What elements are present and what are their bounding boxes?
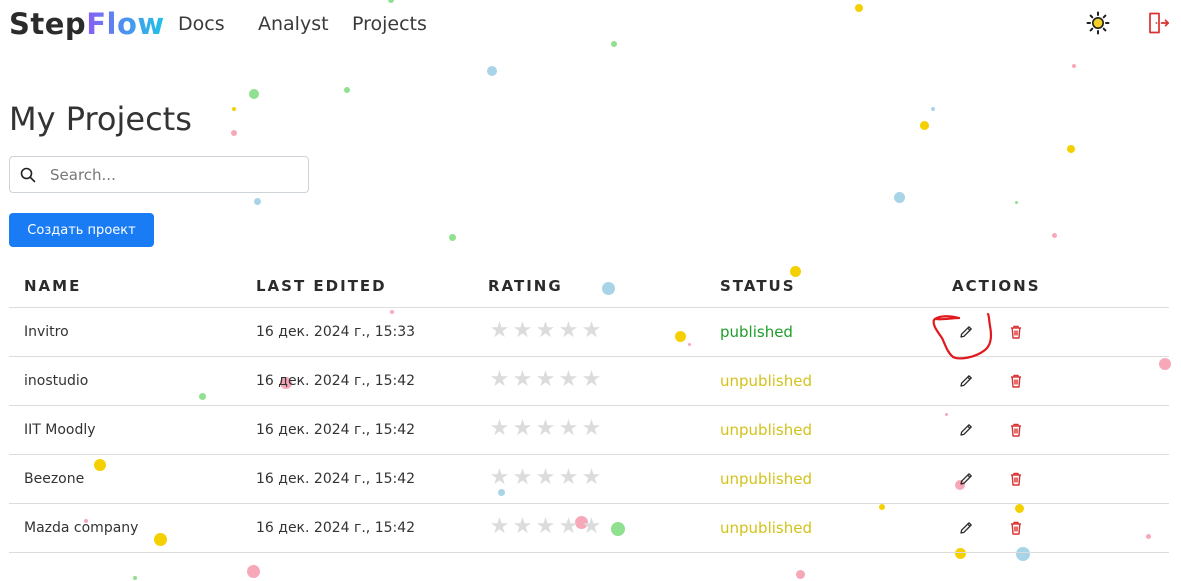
delete-button[interactable] [1006,322,1026,342]
star-icon[interactable]: ★ [511,467,534,489]
row-actions [956,469,1026,489]
star-icon[interactable]: ★ [488,320,511,342]
table-header: NAME LAST EDITED RATING STATUS ACTIONS [9,266,1169,308]
logo-text-step: Step [9,7,87,41]
last-edited: 16 дек. 2024 г., 15:42 [256,422,416,438]
table-row[interactable]: inostudio 16 дек. 2024 г., 15:42 ★ ★ ★ ★ ★ unpu… [9,357,1169,406]
row-actions [956,518,1026,538]
trash-icon [1011,521,1021,535]
search-icon [20,167,36,183]
logout-icon [1149,12,1170,34]
pencil-icon [960,473,972,485]
pencil-icon [960,326,972,338]
star-icon[interactable]: ★ [580,418,603,440]
column-header-actions: ACTIONS [952,277,1041,295]
nav-link-analyst[interactable]: Analyst [258,12,329,36]
star-icon[interactable]: ★ [511,516,534,538]
rating-stars: ★ ★ ★ ★ ★ [488,467,603,489]
pencil-icon [960,522,972,534]
star-icon[interactable]: ★ [580,467,603,489]
edit-button[interactable] [956,322,976,342]
table-row[interactable]: Beezone 16 дек. 2024 г., 15:42 ★ ★ ★ ★ ★ unpubl… [9,455,1169,504]
star-icon[interactable]: ★ [488,369,511,391]
delete-button[interactable] [1006,371,1026,391]
trash-icon [1011,374,1021,388]
delete-button[interactable] [1006,420,1026,440]
status-badge: unpublished [720,470,812,488]
row-actions [956,420,1026,440]
star-icon[interactable]: ★ [580,369,603,391]
column-header-last-edited[interactable]: LAST EDITED [256,277,387,295]
last-edited: 16 дек. 2024 г., 15:42 [256,471,416,487]
search-box [9,156,309,193]
trash-icon [1011,423,1021,437]
star-icon[interactable]: ★ [511,320,534,342]
star-icon[interactable]: ★ [580,516,603,538]
table-row[interactable]: Mazda company 16 дек. 2024 г., 15:42 ★ ★ ★ ★ ★… [9,504,1169,553]
star-icon[interactable]: ★ [511,369,534,391]
rating-stars: ★ ★ ★ ★ ★ [488,516,603,538]
star-icon[interactable]: ★ [557,369,580,391]
star-icon[interactable]: ★ [534,516,557,538]
edit-button[interactable] [956,469,976,489]
table-body: Invitro 16 дек. 2024 г., 15:33 ★ ★ ★ ★ ★ publis… [9,308,1169,553]
star-icon[interactable]: ★ [488,418,511,440]
stepflow-logo[interactable]: StepFlow [9,6,165,42]
column-header-status[interactable]: STATUS [720,277,796,295]
star-icon[interactable]: ★ [534,467,557,489]
trash-icon [1011,325,1021,339]
top-navbar: StepFlow Docs Analyst Projects [0,0,1181,48]
project-name[interactable]: Invitro [24,323,69,341]
rating-stars: ★ ★ ★ ★ ★ [488,418,603,440]
star-icon[interactable]: ★ [488,467,511,489]
row-actions [956,371,1026,391]
project-name[interactable]: IIT Moodly [24,421,96,439]
pencil-icon [960,375,972,387]
star-icon[interactable]: ★ [534,369,557,391]
search-input[interactable] [50,157,300,192]
star-icon[interactable]: ★ [557,467,580,489]
star-icon[interactable]: ★ [557,516,580,538]
projects-table: NAME LAST EDITED RATING STATUS ACTIONS I… [9,266,1169,553]
star-icon[interactable]: ★ [534,320,557,342]
column-header-rating[interactable]: RATING [488,277,563,295]
row-actions [956,322,1026,342]
column-header-name[interactable]: NAME [24,277,81,295]
logout-button[interactable] [1146,11,1170,35]
status-badge: unpublished [720,519,812,537]
project-name[interactable]: Mazda company [24,519,138,537]
nav-link-projects[interactable]: Projects [352,12,427,36]
delete-button[interactable] [1006,518,1026,538]
status-badge: unpublished [720,372,812,390]
edit-button[interactable] [956,420,976,440]
star-icon[interactable]: ★ [534,418,557,440]
table-row[interactable]: Invitro 16 дек. 2024 г., 15:33 ★ ★ ★ ★ ★ publis… [9,308,1169,357]
rating-stars: ★ ★ ★ ★ ★ [488,369,603,391]
star-icon[interactable]: ★ [580,320,603,342]
logo-text-flow: Flow [86,7,165,41]
status-badge: unpublished [720,421,812,439]
star-icon[interactable]: ★ [557,320,580,342]
last-edited: 16 дек. 2024 г., 15:42 [256,520,416,536]
pencil-icon [960,424,972,436]
project-name[interactable]: Beezone [24,470,84,488]
star-icon[interactable]: ★ [557,418,580,440]
sun-icon [1086,11,1110,35]
star-icon[interactable]: ★ [488,516,511,538]
create-project-button[interactable]: Создать проект [9,213,154,247]
nav-link-docs[interactable]: Docs [178,12,225,36]
edit-button[interactable] [956,518,976,538]
delete-button[interactable] [1006,469,1026,489]
page-title: My Projects [9,100,192,138]
rating-stars: ★ ★ ★ ★ ★ [488,320,603,342]
trash-icon [1011,472,1021,486]
status-badge: published [720,323,793,341]
edit-button[interactable] [956,371,976,391]
star-icon[interactable]: ★ [511,418,534,440]
theme-toggle-button[interactable] [1086,11,1110,35]
table-row[interactable]: IIT Moodly 16 дек. 2024 г., 15:42 ★ ★ ★ ★ ★ unp… [9,406,1169,455]
last-edited: 16 дек. 2024 г., 15:42 [256,373,416,389]
project-name[interactable]: inostudio [24,372,88,390]
last-edited: 16 дек. 2024 г., 15:33 [256,324,416,340]
